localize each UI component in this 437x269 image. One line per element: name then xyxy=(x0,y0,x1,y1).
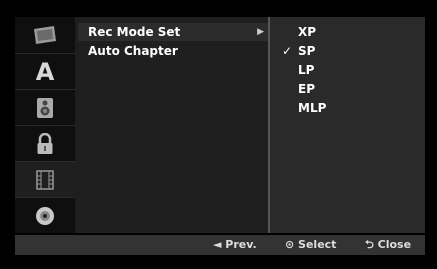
checkmark-icon: ✓ xyxy=(281,44,293,58)
dvd-setup-screen: A Rec Mode Set ▶ Auto Chapter XP ✓ SP LP… xyxy=(0,0,437,269)
top-bar xyxy=(0,0,437,15)
option-label: SP xyxy=(298,44,316,58)
option-sp[interactable]: ✓ SP xyxy=(270,42,425,60)
rec-mode-options: XP ✓ SP LP EP MLP xyxy=(268,17,425,233)
audio-speaker-icon[interactable] xyxy=(15,89,75,125)
navigation-hint-bar: ◄ Prev. ⊙ Select ⮌ Close xyxy=(15,235,425,255)
option-ep[interactable]: EP xyxy=(270,80,425,98)
category-icon-column: A xyxy=(15,17,75,233)
close-hint[interactable]: ⮌ Close xyxy=(365,235,411,255)
submenu-arrow-icon: ▶ xyxy=(257,27,264,37)
film-record-icon[interactable] xyxy=(15,161,75,197)
menu-item-rec-mode-set[interactable]: Rec Mode Set ▶ xyxy=(78,23,268,41)
prev-hint[interactable]: ◄ Prev. xyxy=(213,235,257,255)
display-icon[interactable] xyxy=(15,17,75,53)
option-label: XP xyxy=(298,25,317,39)
lock-icon[interactable] xyxy=(15,125,75,161)
option-mlp[interactable]: MLP xyxy=(270,99,425,117)
option-label: LP xyxy=(298,63,315,77)
disc-icon[interactable] xyxy=(15,197,75,233)
select-hint[interactable]: ⊙ Select xyxy=(285,235,336,255)
menu-item-label: Rec Mode Set xyxy=(88,25,181,39)
option-label: EP xyxy=(298,82,315,96)
setup-menu-list: Rec Mode Set ▶ Auto Chapter xyxy=(78,17,268,233)
option-label: MLP xyxy=(298,101,327,115)
option-xp[interactable]: XP xyxy=(270,23,425,41)
menu-item-label: Auto Chapter xyxy=(88,44,178,58)
language-icon[interactable]: A xyxy=(15,53,75,89)
option-lp[interactable]: LP xyxy=(270,61,425,79)
menu-item-auto-chapter[interactable]: Auto Chapter xyxy=(78,42,268,60)
